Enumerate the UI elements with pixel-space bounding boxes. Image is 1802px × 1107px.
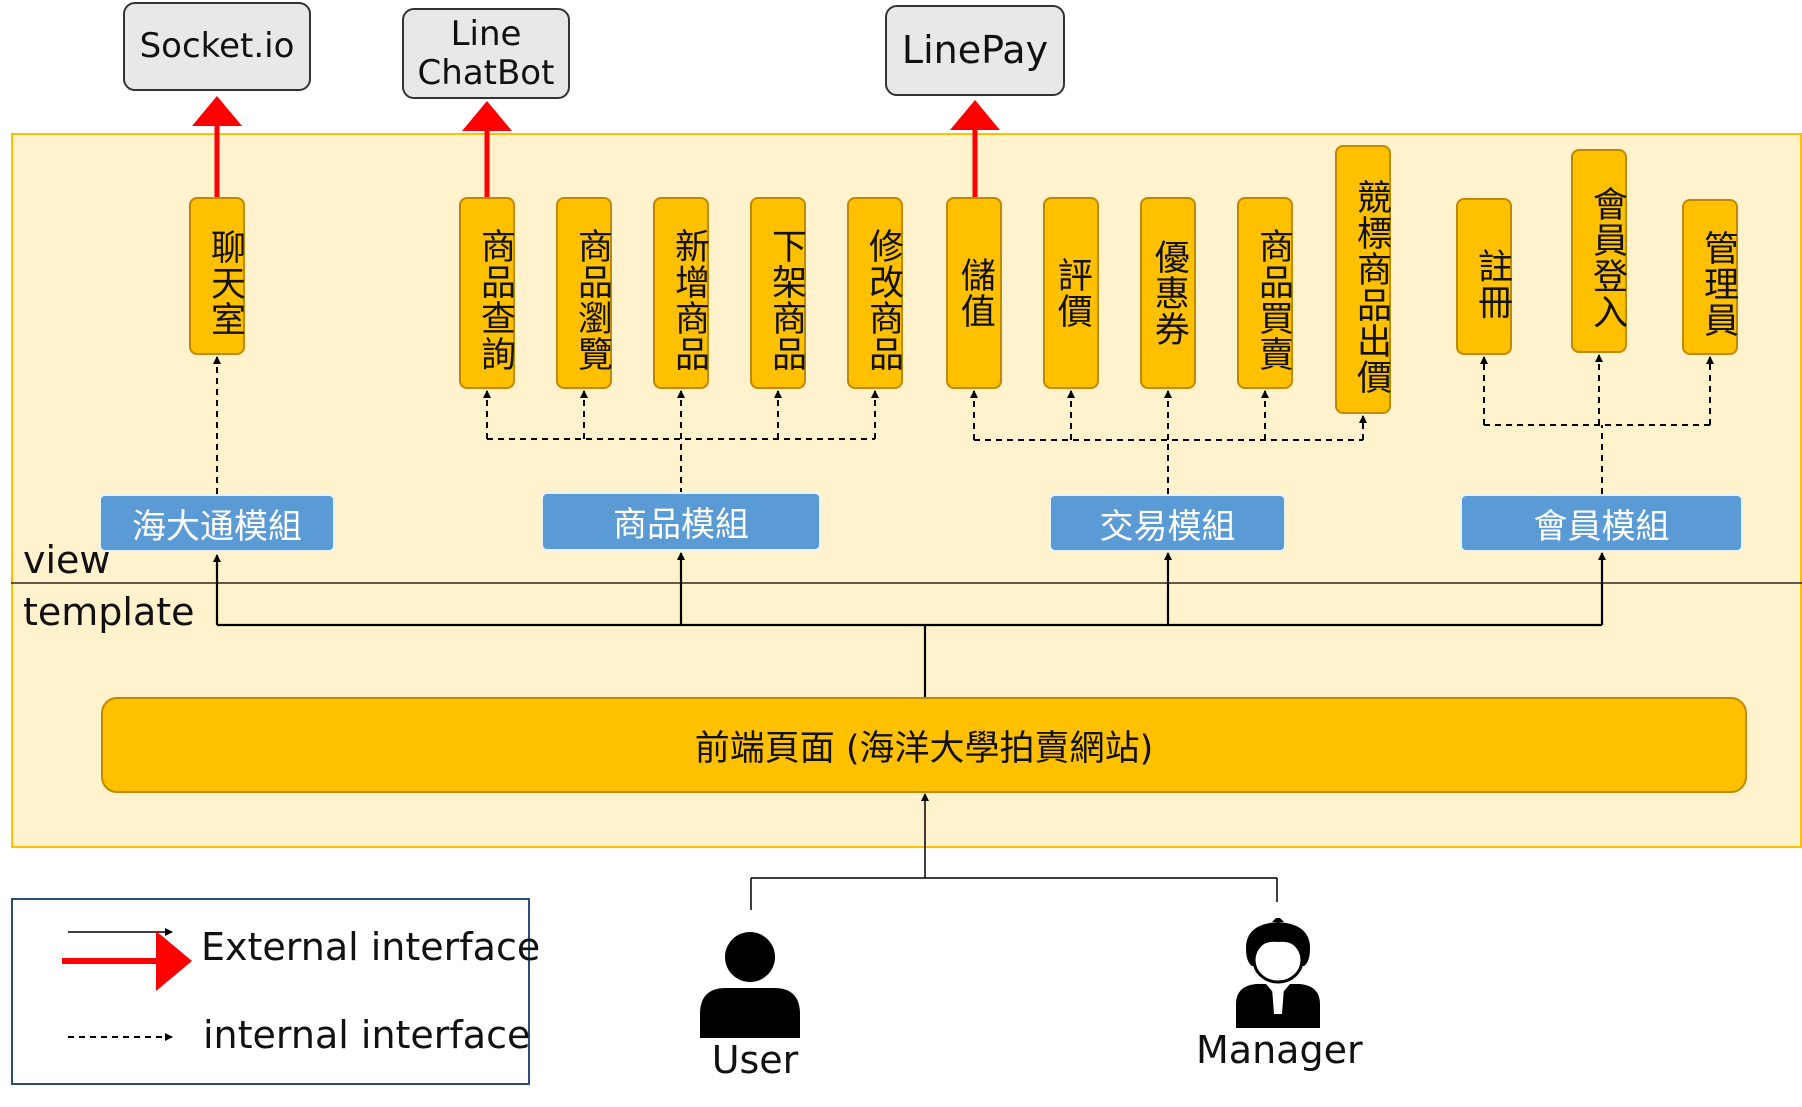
feature-product-browse: 商品瀏覽 — [556, 197, 612, 389]
module-member: 會員模組 — [1460, 494, 1743, 552]
template-links — [213, 552, 1606, 697]
feature-remove-product: 下架商品 — [750, 197, 806, 389]
feature-top-up: 儲值 — [946, 197, 1002, 389]
external-linepay: LinePay — [885, 5, 1065, 96]
external-line-chatbot: Line ChatBot — [402, 8, 570, 99]
layer-label-view: view — [23, 538, 111, 582]
manager-icon — [1236, 918, 1320, 1028]
architecture-diagram: Socket.io Line ChatBot LinePay 聊天室 商品查詢 … — [0, 0, 1802, 1107]
module-haida: 海大通模組 — [99, 494, 335, 552]
feature-auction-bid: 競標商品出價 — [1335, 145, 1391, 414]
feature-chat-room: 聊天室 — [189, 197, 245, 355]
user-label: User — [711, 1038, 799, 1082]
feature-product-trade: 商品買賣 — [1237, 197, 1293, 389]
feature-edit-product: 修改商品 — [847, 197, 903, 389]
legend-external-label: External interface — [201, 925, 541, 969]
external-socketio: Socket.io — [123, 2, 311, 91]
feature-review: 評價 — [1043, 197, 1099, 389]
frontend-page: 前端頁面 (海洋大學拍賣網站) — [101, 697, 1747, 793]
internal-links-product — [483, 390, 879, 494]
feature-product-search: 商品查詢 — [459, 197, 515, 389]
internal-links-trade — [970, 390, 1367, 494]
feature-member-login: 會員登入 — [1571, 149, 1627, 353]
feature-coupon: 優惠券 — [1140, 197, 1196, 389]
module-trade: 交易模組 — [1049, 494, 1286, 552]
actor-links — [750, 793, 1278, 910]
feature-add-product: 新增商品 — [653, 197, 709, 389]
internal-links-member — [1480, 354, 1714, 494]
feature-admin: 管理員 — [1682, 199, 1738, 355]
feature-register: 註冊 — [1456, 198, 1512, 355]
module-product: 商品模組 — [541, 492, 821, 551]
legend-internal-label: internal interface — [203, 1013, 531, 1057]
manager-label: Manager — [1196, 1028, 1363, 1072]
user-icon — [700, 932, 800, 1038]
layer-label-template: template — [23, 590, 195, 634]
